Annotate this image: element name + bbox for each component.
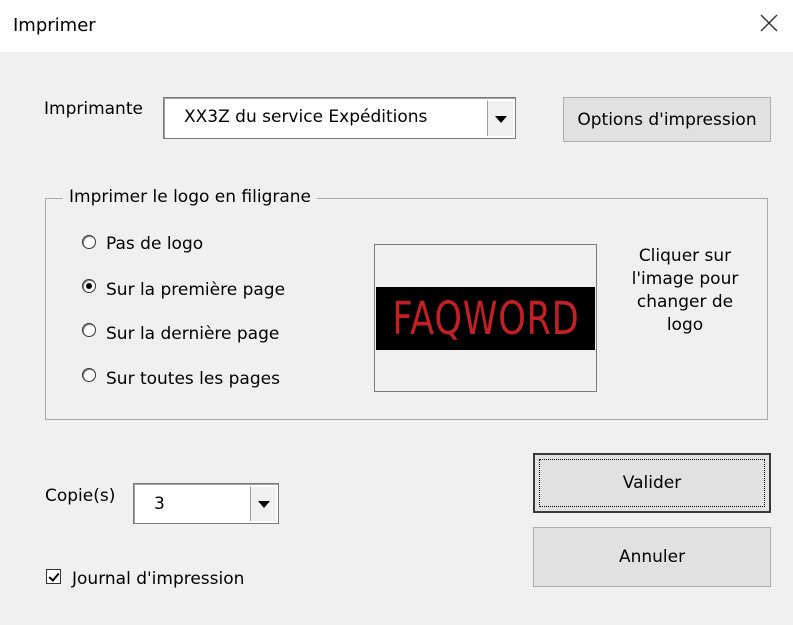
close-icon[interactable] (758, 12, 780, 34)
printer-select[interactable]: XX3Z du service Expéditions (163, 97, 516, 139)
logo-text: FAQWORD (391, 292, 580, 345)
print-log-checkbox[interactable] (46, 569, 61, 584)
window-title: Imprimer (13, 15, 96, 36)
radio-first-page[interactable] (82, 279, 96, 293)
radio-no-logo[interactable] (82, 235, 96, 249)
printer-label: Imprimante (44, 99, 143, 119)
printer-value: XX3Z du service Expéditions (184, 107, 428, 127)
logo-image[interactable]: FAQWORD (376, 287, 595, 350)
copies-value: 3 (154, 494, 165, 514)
radio-last-page-label[interactable]: Sur la dernière page (106, 324, 279, 344)
cancel-button[interactable]: Annuler (533, 527, 771, 587)
title-bar: Imprimer (0, 0, 793, 52)
copies-select[interactable]: 3 (133, 483, 279, 524)
print-log-label[interactable]: Journal d'impression (72, 569, 244, 589)
validate-button[interactable]: Valider (533, 453, 771, 513)
radio-last-page[interactable] (82, 323, 96, 337)
radio-no-logo-label[interactable]: Pas de logo (106, 234, 203, 254)
radio-all-pages-label[interactable]: Sur toutes les pages (106, 369, 280, 389)
print-options-button[interactable]: Options d'impression (563, 97, 771, 142)
logo-hint: Cliquer sur l'image pour changer de logo (631, 246, 739, 335)
logo-preview[interactable]: FAQWORD (374, 244, 597, 392)
radio-all-pages[interactable] (82, 368, 96, 382)
watermark-group-label: Imprimer le logo en filigrane (63, 187, 318, 207)
chevron-down-icon[interactable] (487, 100, 513, 136)
radio-first-page-label[interactable]: Sur la première page (106, 280, 285, 300)
chevron-down-icon[interactable] (250, 486, 276, 521)
copies-label: Copie(s) (45, 486, 116, 506)
focus-rectangle (539, 459, 765, 507)
